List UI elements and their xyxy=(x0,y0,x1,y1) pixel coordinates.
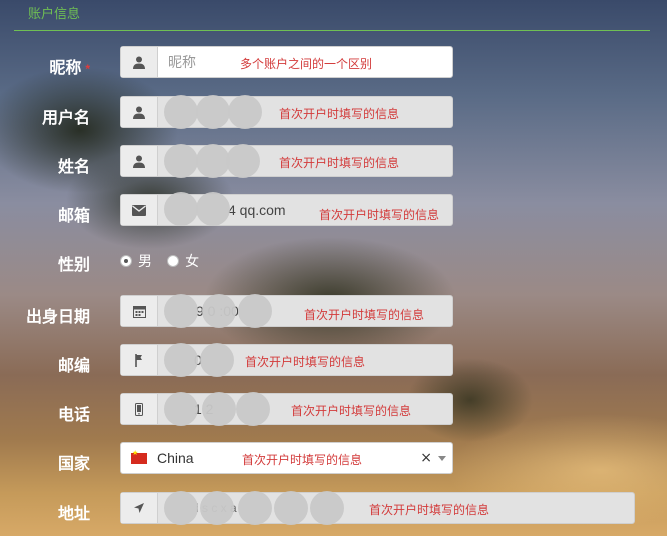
redaction-blur xyxy=(164,144,198,178)
redaction-blur xyxy=(196,144,230,178)
fullname-label: 姓名 xyxy=(57,159,90,176)
calendar-icon xyxy=(121,296,158,326)
birthdate-label: 出身日期 xyxy=(25,309,90,326)
nickname-hint: 多个账户之间的一个区别 xyxy=(240,57,373,71)
china-flag-icon xyxy=(131,449,147,464)
user-icon xyxy=(121,47,158,77)
location-arrow-icon xyxy=(121,493,158,523)
redaction-blur xyxy=(200,491,234,525)
section-title: 账户信息 xyxy=(28,7,81,22)
redaction-blur xyxy=(202,392,236,426)
redaction-blur xyxy=(238,491,272,525)
redaction-blur xyxy=(310,491,344,525)
gender-radio-group: 男 女 xyxy=(120,251,209,271)
redaction-blur xyxy=(226,144,260,178)
redaction-blur xyxy=(274,491,308,525)
radio-button[interactable] xyxy=(167,255,180,267)
email-label: 邮箱 xyxy=(57,208,90,225)
redaction-blur xyxy=(196,192,230,226)
user-icon xyxy=(121,146,158,176)
redaction-blur xyxy=(236,392,270,426)
address-label: 地址 xyxy=(57,506,90,523)
gender-option-female[interactable]: 女 xyxy=(167,251,199,271)
envelope-icon xyxy=(121,195,158,225)
clear-icon[interactable]: × xyxy=(420,450,432,466)
redaction-blur xyxy=(164,491,198,525)
section-divider xyxy=(14,30,650,31)
gender-option-male[interactable]: 男 xyxy=(120,251,152,271)
fullname-hint: 首次开户时填写的信息 xyxy=(279,156,400,170)
country-label: 国家 xyxy=(57,456,90,473)
gender-label: 性别 xyxy=(57,257,90,274)
chevron-down-icon[interactable] xyxy=(438,456,446,461)
phone-label: 电话 xyxy=(57,407,90,424)
redaction-blur xyxy=(202,294,236,328)
phone-hint: 首次开户时填写的信息 xyxy=(291,404,412,418)
country-selected-value: China xyxy=(157,450,194,466)
nickname-label: 昵称 * xyxy=(49,60,90,77)
redaction-blur xyxy=(164,294,198,328)
address-hint: 首次开户时填写的信息 xyxy=(369,503,490,517)
redaction-blur xyxy=(164,192,198,226)
username-label: 用户名 xyxy=(41,110,90,127)
country-hint: 首次开户时填写的信息 xyxy=(242,453,363,467)
required-mark: * xyxy=(85,62,90,76)
email-hint: 首次开户时填写的信息 xyxy=(319,208,440,222)
birthdate-hint: 首次开户时填写的信息 xyxy=(304,308,425,322)
redaction-blur xyxy=(164,392,198,426)
redaction-blur xyxy=(238,294,272,328)
redaction-blur xyxy=(228,95,262,129)
redaction-blur xyxy=(164,95,198,129)
mobile-icon xyxy=(121,394,158,424)
user-icon xyxy=(121,97,158,127)
postcode-hint: 首次开户时填写的信息 xyxy=(245,355,366,369)
postcode-label: 邮编 xyxy=(57,358,90,375)
username-hint: 首次开户时填写的信息 xyxy=(279,107,400,121)
redaction-blur xyxy=(200,343,234,377)
flag-pin-icon xyxy=(121,345,158,375)
redaction-blur xyxy=(196,95,230,129)
nickname-input[interactable]: 昵称 xyxy=(158,52,196,72)
redaction-blur xyxy=(164,343,198,377)
radio-button[interactable] xyxy=(120,255,132,267)
